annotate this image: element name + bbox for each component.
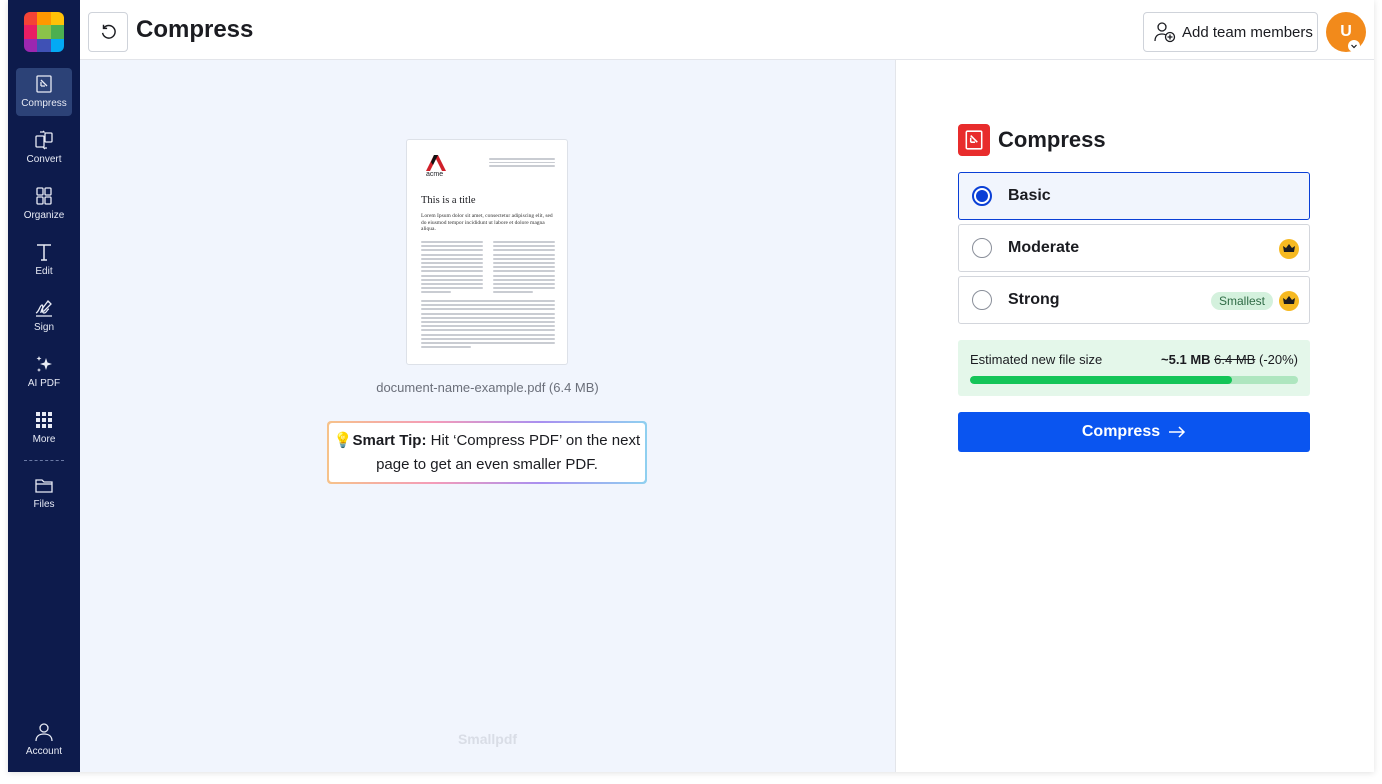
doc-header-text [489, 158, 555, 169]
chevron-down-icon [1348, 40, 1360, 52]
estimate-value: ~5.1 MB 6.4 MB (-20%) [1161, 352, 1298, 367]
doc-column-left [421, 241, 483, 295]
estimated-size-box: Estimated new file size ~5.1 MB 6.4 MB (… [958, 340, 1310, 396]
panel-title: Compress [998, 127, 1106, 152]
lightbulb-icon: 💡 [333, 431, 353, 449]
sidebar-item-compress[interactable]: Compress [16, 68, 72, 116]
folder-icon [35, 479, 53, 493]
add-team-members-button[interactable]: Add team members [1143, 12, 1318, 52]
compress-button[interactable]: Compress [958, 412, 1310, 452]
option-strong[interactable]: Strong Smallest [958, 276, 1310, 324]
new-size: ~5.1 MB [1161, 352, 1211, 367]
sidebar-item-label: Edit [35, 266, 53, 277]
old-size: 6.4 MB [1214, 352, 1256, 367]
app-window: Compress Convert Organize Edit Sign AI P… [8, 0, 1374, 772]
size-progress-bar [970, 376, 1298, 384]
radio-basic[interactable] [972, 186, 992, 206]
edit-text-icon [37, 244, 51, 261]
sidebar-item-label: Organize [23, 210, 65, 221]
crown-icon [1279, 239, 1299, 259]
doc-logo-text: acme [426, 171, 444, 178]
option-label: Basic [1008, 187, 1051, 204]
page-title: Compress [136, 16, 254, 43]
radio-strong[interactable] [972, 290, 992, 310]
estimate-label: Estimated new file size [970, 352, 1103, 367]
sidebar-item-sign[interactable]: Sign [16, 292, 72, 340]
tip-text-line-1: Hit ‘Compress PDF’ on the next [430, 431, 641, 449]
undo-icon [101, 24, 116, 39]
sidebar-item-convert[interactable]: Convert [16, 124, 72, 172]
tip-text-line-2: page to get an even smaller PDF. [376, 455, 598, 473]
sidebar-item-label: More [32, 434, 56, 445]
sparkle-icon [36, 356, 52, 372]
compress-button-label: Compress [1081, 423, 1161, 440]
grid-icon [36, 412, 52, 428]
size-progress-fill [970, 376, 1233, 384]
doc-title: This is a title [421, 195, 476, 206]
doc-intro: Lorem Ipsum dolor sit amet, consectetur … [421, 213, 553, 232]
sidebar-divider [24, 460, 64, 461]
compress-icon [36, 75, 52, 93]
sidebar-item-ai-pdf[interactable]: AI PDF [16, 348, 72, 396]
document-thumbnail: acme This is a title Lorem Ipsum dolor s… [406, 139, 568, 365]
sidebar-item-label: Sign [33, 322, 54, 333]
sidebar-item-label: Account [25, 746, 63, 757]
option-basic[interactable]: Basic [958, 172, 1310, 220]
tip-label: Smart Tip: [352, 431, 427, 449]
avatar[interactable]: U [1326, 12, 1366, 52]
sidebar-item-label: Files [33, 499, 55, 510]
add-user-icon [1154, 22, 1176, 43]
sign-icon [35, 300, 52, 317]
sidebar-item-more[interactable]: More [16, 404, 72, 452]
smallpdf-logo[interactable] [24, 12, 64, 52]
add-team-members-label: Add team members [1182, 23, 1313, 41]
sidebar-item-label: Convert [26, 154, 62, 165]
user-icon [35, 723, 53, 742]
sidebar: Compress Convert Organize Edit Sign AI P… [8, 0, 80, 772]
avatar-initial: U [1340, 23, 1352, 40]
smallest-badge: Smallest [1210, 292, 1273, 310]
option-moderate[interactable]: Moderate [958, 224, 1310, 272]
organize-icon [36, 187, 52, 205]
option-label: Strong [1008, 291, 1060, 308]
sidebar-item-edit[interactable]: Edit [16, 236, 72, 284]
sidebar-item-account[interactable]: Account [16, 716, 72, 764]
radio-moderate[interactable] [972, 238, 992, 258]
smallpdf-watermark: Smallpdf [457, 731, 518, 747]
sidebar-item-organize[interactable]: Organize [16, 180, 72, 228]
sidebar-item-label: AI PDF [27, 378, 61, 389]
doc-paragraph [421, 300, 555, 350]
convert-icon [35, 130, 53, 150]
smart-tip: 💡Smart Tip: Hit ‘Compress PDF’ on the ne… [327, 421, 647, 484]
acme-logo-icon [426, 155, 446, 171]
panel-header: Compress [958, 124, 1106, 156]
preview-area: acme This is a title Lorem Ipsum dolor s… [80, 60, 895, 772]
arrow-right-icon [1169, 426, 1186, 438]
file-name: document-name-example.pdf (6.4 MB) [376, 380, 599, 395]
reduction: (-20%) [1258, 352, 1298, 367]
crown-icon [1279, 291, 1299, 311]
doc-column-right [493, 241, 555, 295]
sidebar-item-files[interactable]: Files [16, 469, 72, 517]
top-header: Compress Add team members U [80, 0, 1374, 60]
option-label: Moderate [1008, 239, 1080, 256]
undo-button[interactable] [88, 12, 128, 52]
sidebar-item-label: Compress [21, 98, 67, 109]
compress-panel: Compress Basic Moderate Strong Smallest … [895, 60, 1374, 772]
compress-tool-icon [958, 124, 990, 156]
